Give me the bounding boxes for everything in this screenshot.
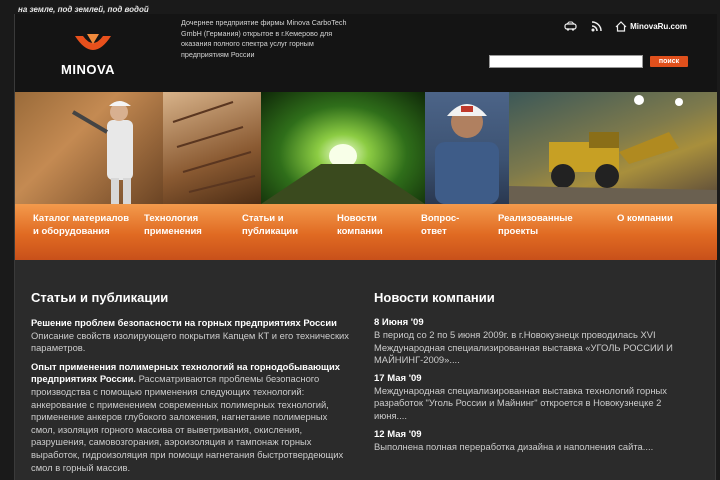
top-links: MinovaRu.com [563, 19, 687, 33]
article-item: Решение проблем безопасности на горных п… [31, 317, 349, 355]
menu-item-projects[interactable]: Реализованные проекты [498, 213, 594, 238]
sitemap-icon[interactable] [563, 19, 577, 33]
header: MINOVA Дочернее предприятие фирмы Minova… [15, 14, 717, 92]
search-button[interactable]: поиск [650, 56, 688, 67]
news-date: 12 Мая '09 [374, 428, 422, 440]
article-link[interactable]: Решение проблем безопасности на горных п… [31, 317, 337, 328]
minova-logo-mark-icon [75, 34, 111, 50]
articles-title: Статьи и публикации [31, 290, 169, 305]
article-item: Опыт применения полимерных технологий на… [31, 361, 349, 474]
photo-tunnel [261, 92, 425, 204]
menu-item-technology[interactable]: Технология применения [144, 213, 224, 238]
menu-item-news[interactable]: Новости компании [337, 213, 397, 238]
photo-rock-bolts [163, 92, 261, 204]
articles-section: Статьи и публикации Решение проблем безо… [31, 290, 349, 480]
article-summary: Рассматриваются проблемы безопасного про… [31, 373, 344, 473]
menu-item-faq[interactable]: Вопрос-ответ [421, 213, 473, 238]
menu-item-articles[interactable]: Статьи и публикации [242, 213, 312, 238]
search-input[interactable] [489, 55, 643, 68]
minova-logo[interactable]: MINOVA [61, 32, 131, 77]
main-menu: Каталог материалов и оборудования Технол… [15, 204, 717, 260]
home-icon [615, 20, 627, 32]
photo-mining-machine [509, 92, 717, 204]
photo-strip [15, 92, 717, 204]
news-link[interactable]: Международная специализированная выставк… [374, 385, 694, 423]
company-description: Дочернее предприятие фирмы Minova CarboT… [181, 18, 347, 59]
news-link[interactable]: Выполнена полная переработка дизайна и н… [374, 441, 694, 454]
page: MINOVA Дочернее предприятие фирмы Minova… [14, 14, 717, 480]
menu-item-catalog[interactable]: Каталог материалов и оборудования [33, 213, 133, 238]
photo-miner-drilling [15, 92, 163, 204]
news-title: Новости компании [374, 290, 495, 305]
news-date: 8 Июня '09 [374, 317, 424, 328]
news-section: Новости компании 8 Июня '09 В период со … [374, 290, 694, 459]
site-link-label: MinovaRu.com [630, 21, 687, 31]
logo-text: MINOVA [61, 62, 116, 77]
news-date: 17 Мая '09 [374, 372, 422, 384]
rss-icon[interactable] [589, 19, 603, 33]
photo-worker-helmet [425, 92, 509, 204]
menu-item-about[interactable]: О компании [617, 213, 697, 226]
article-summary: Описание свойств изолирующего покрытия К… [31, 329, 349, 354]
news-link[interactable]: В период со 2 по 5 июня 2009г. в г.Новок… [374, 329, 694, 367]
site-link[interactable]: MinovaRu.com [615, 20, 687, 32]
tagline: на земле, под землей, под водой [18, 5, 149, 14]
